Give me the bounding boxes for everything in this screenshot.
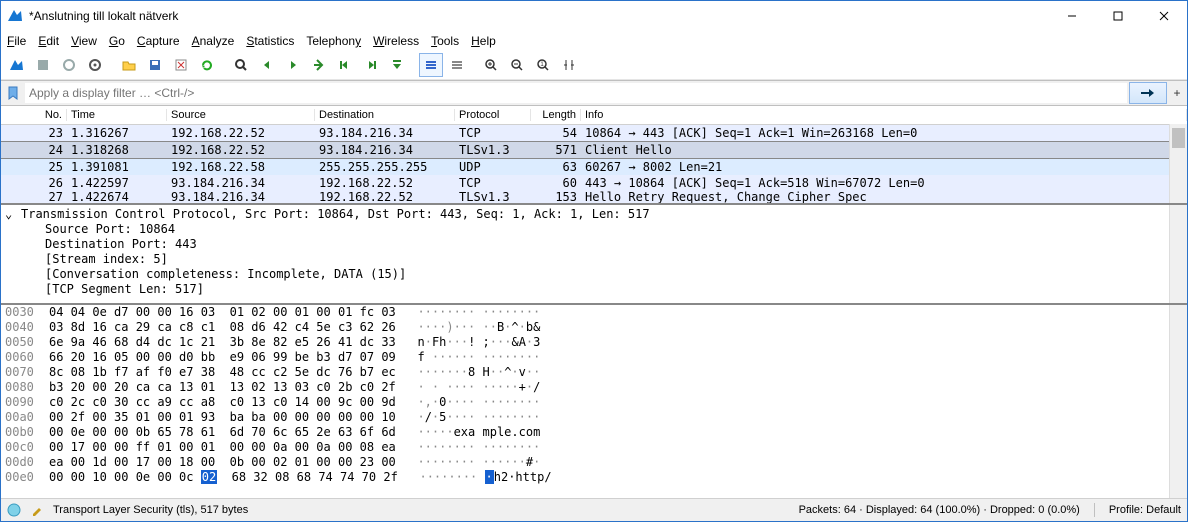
app-window: *Anslutning till lokalt nätverk File Edi… — [0, 0, 1188, 522]
menu-help[interactable]: Help — [471, 34, 496, 48]
menu-view[interactable]: View — [71, 34, 97, 48]
go-to-packet-icon[interactable] — [307, 53, 331, 77]
filter-bookmark-icon[interactable] — [3, 83, 23, 103]
menu-telephony[interactable]: Telephony — [306, 34, 361, 48]
expert-info-icon[interactable] — [7, 503, 21, 517]
go-last-icon[interactable] — [359, 53, 383, 77]
table-row[interactable]: 241.318268192.168.22.5293.184.216.34TLSv… — [1, 141, 1187, 159]
packet-list-header: No. Time Source Destination Protocol Len… — [1, 106, 1187, 125]
status-field: Transport Layer Security (tls), 517 byte… — [53, 504, 248, 516]
detail-line: Destination Port: 443 — [1, 237, 1187, 252]
menu-tools[interactable]: Tools — [431, 34, 459, 48]
menu-analyze[interactable]: Analyze — [192, 34, 235, 48]
status-profile[interactable]: Profile: Default — [1109, 504, 1181, 516]
hex-row: 00a000 2f 00 35 01 00 01 93 ba ba 00 00 … — [1, 410, 1187, 425]
col-info[interactable]: Info — [581, 109, 1187, 121]
hex-row: 00c000 17 00 00 ff 01 00 01 00 00 0a 00 … — [1, 440, 1187, 455]
minimize-button[interactable] — [1049, 1, 1095, 31]
detail-line: Transmission Control Protocol, Src Port:… — [21, 207, 650, 221]
detail-line: [Conversation completeness: Incomplete, … — [1, 267, 1187, 282]
menu-file[interactable]: File — [7, 34, 26, 48]
toolbar: 1 — [1, 51, 1187, 80]
hex-row: 0090c0 2c c0 30 cc a9 cc a8 c0 13 c0 14 … — [1, 395, 1187, 410]
menu-go[interactable]: Go — [109, 34, 125, 48]
capture-options-icon[interactable] — [83, 53, 107, 77]
close-button[interactable] — [1141, 1, 1187, 31]
hex-row: 00506e 9a 46 68 d4 dc 1c 21 3b 8e 82 e5 … — [1, 335, 1187, 350]
filter-apply-button[interactable] — [1129, 82, 1167, 104]
save-file-icon[interactable] — [143, 53, 167, 77]
auto-scroll-icon[interactable] — [385, 53, 409, 77]
find-packet-icon[interactable] — [229, 53, 253, 77]
maximize-button[interactable] — [1095, 1, 1141, 31]
packet-details-pane[interactable]: ⌄ Transmission Control Protocol, Src Port… — [1, 205, 1187, 305]
reload-icon[interactable] — [195, 53, 219, 77]
app-icon — [7, 8, 23, 24]
go-back-icon[interactable] — [255, 53, 279, 77]
table-row[interactable]: 261.42259793.184.216.34192.168.22.52TCP6… — [1, 175, 1187, 191]
resize-columns-icon[interactable] — [557, 53, 581, 77]
titlebar: *Anslutning till lokalt nätverk — [1, 1, 1187, 31]
details-scrollbar[interactable] — [1169, 205, 1187, 303]
hex-row: 003004 04 0e d7 00 00 16 03 01 02 00 01 … — [1, 305, 1187, 320]
colorize-icon[interactable] — [419, 53, 443, 77]
expand-icon[interactable]: ⌄ — [5, 207, 12, 221]
filter-bar: + — [1, 80, 1187, 106]
col-src[interactable]: Source — [167, 109, 315, 121]
list-view-icon[interactable] — [445, 53, 469, 77]
hex-row: 00b000 0e 00 00 0b 65 78 61 6d 70 6c 65 … — [1, 425, 1187, 440]
hex-row: 004003 8d 16 ca 29 ca c8 c1 08 d6 42 c4 … — [1, 320, 1187, 335]
zoom-in-icon[interactable] — [479, 53, 503, 77]
hex-row: 006066 20 16 05 00 00 d0 bb e9 06 99 be … — [1, 350, 1187, 365]
filter-add-button[interactable]: + — [1169, 86, 1185, 100]
hex-row: 00e0 00 00 10 00 0e 00 0c 02 68 32 08 68… — [1, 470, 1187, 485]
stop-capture-icon[interactable] — [31, 53, 55, 77]
detail-line: Source Port: 10864 — [1, 222, 1187, 237]
packet-bytes-pane[interactable]: 003004 04 0e d7 00 00 16 03 01 02 00 01 … — [1, 305, 1187, 498]
close-file-icon[interactable] — [169, 53, 193, 77]
edit-icon[interactable] — [31, 504, 43, 516]
restart-capture-icon[interactable] — [57, 53, 81, 77]
zoom-reset-icon[interactable]: 1 — [531, 53, 555, 77]
status-bar: Transport Layer Security (tls), 517 byte… — [1, 498, 1187, 521]
display-filter-input[interactable] — [25, 83, 1127, 103]
detail-line: [Stream index: 5] — [1, 252, 1187, 267]
menubar: File Edit View Go Capture Analyze Statis… — [1, 31, 1187, 51]
table-row[interactable]: 271.42267493.184.216.34192.168.22.52TLSv… — [1, 191, 1187, 203]
col-dst[interactable]: Destination — [315, 109, 455, 121]
packet-list-scrollbar[interactable] — [1169, 124, 1187, 203]
menu-statistics[interactable]: Statistics — [246, 34, 294, 48]
selected-byte: 02 — [201, 470, 217, 484]
table-row[interactable]: 231.316267192.168.22.5293.184.216.34TCP5… — [1, 125, 1187, 141]
menu-edit[interactable]: Edit — [38, 34, 59, 48]
menu-wireless[interactable]: Wireless — [373, 34, 419, 48]
col-len[interactable]: Length — [531, 109, 581, 121]
open-file-icon[interactable] — [117, 53, 141, 77]
col-proto[interactable]: Protocol — [455, 109, 531, 121]
table-row[interactable]: 251.391081192.168.22.58255.255.255.255UD… — [1, 159, 1187, 175]
window-title: *Anslutning till lokalt nätverk — [29, 9, 1049, 23]
col-no[interactable]: No. — [1, 109, 67, 121]
packet-list-pane: No. Time Source Destination Protocol Len… — [1, 106, 1187, 205]
zoom-out-icon[interactable] — [505, 53, 529, 77]
hex-row: 0080b3 20 00 20 ca ca 13 01 13 02 13 03 … — [1, 380, 1187, 395]
hex-row: 00d0ea 00 1d 00 17 00 18 00 0b 00 02 01 … — [1, 455, 1187, 470]
go-forward-icon[interactable] — [281, 53, 305, 77]
packet-list-body[interactable]: 231.316267192.168.22.5293.184.216.34TCP5… — [1, 125, 1187, 203]
status-packets: Packets: 64 · Displayed: 64 (100.0%) · D… — [799, 504, 1080, 516]
menu-capture[interactable]: Capture — [137, 34, 180, 48]
start-capture-icon[interactable] — [5, 53, 29, 77]
detail-line: [TCP Segment Len: 517] — [1, 282, 1187, 297]
hex-scrollbar[interactable] — [1169, 305, 1187, 498]
go-first-icon[interactable] — [333, 53, 357, 77]
col-time[interactable]: Time — [67, 109, 167, 121]
hex-row: 00708c 08 1b f7 af f0 e7 38 48 cc c2 5e … — [1, 365, 1187, 380]
